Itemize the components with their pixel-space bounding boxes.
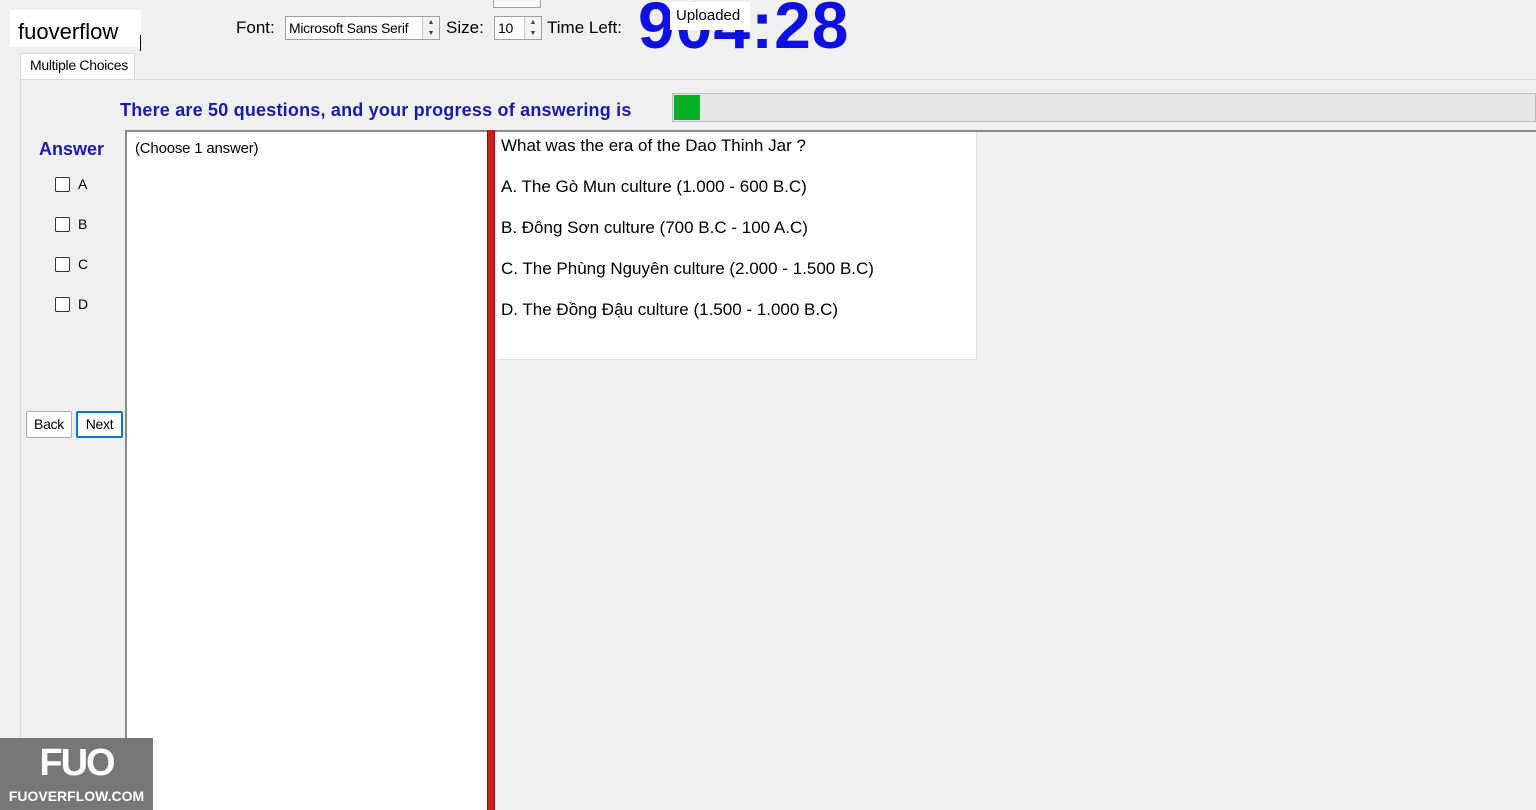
- answer-option-label: B: [78, 216, 88, 232]
- answer-hint: (Choose 1 answer): [135, 140, 259, 157]
- question-text: What was the era of the Dao Thinh Jar ?: [501, 136, 806, 155]
- text-caret: [140, 35, 141, 51]
- size-stepper[interactable]: 10 ▲ ▼: [494, 16, 542, 40]
- spin-down-icon[interactable]: ▼: [423, 28, 439, 39]
- answer-pane[interactable]: (Choose 1 answer): [125, 130, 487, 810]
- time-left-label: Time Left:: [547, 18, 622, 37]
- fuo-logo-mark: FUO: [39, 742, 115, 784]
- spin-up-icon[interactable]: ▲: [525, 17, 541, 28]
- font-select[interactable]: Microsoft Sans Serif ▲ ▼: [285, 16, 440, 40]
- tab-multiple-choices[interactable]: Multiple Choices: [20, 53, 135, 80]
- back-button[interactable]: Back: [26, 411, 72, 438]
- fuo-logo-site: FUOVERFLOW.COM: [8, 788, 145, 804]
- answer-option-label: D: [78, 296, 89, 312]
- answer-option-label: A: [78, 176, 88, 192]
- size-spin-buttons[interactable]: ▲ ▼: [524, 17, 541, 39]
- checkbox-b[interactable]: [55, 217, 70, 232]
- progress-text: There are 50 questions, and your progres…: [120, 100, 632, 120]
- answer-title: Answer: [39, 139, 105, 159]
- uploaded-text: Uploaded: [676, 7, 741, 24]
- partial-control: [493, 0, 541, 8]
- spin-down-icon[interactable]: ▼: [525, 28, 541, 39]
- answer-option-label: C: [78, 256, 89, 272]
- brand-text: fuoverflow: [18, 19, 119, 44]
- next-button[interactable]: Next: [76, 411, 123, 438]
- question-choice: B. Đông Sơn culture (700 B.C - 100 A.C): [501, 218, 808, 237]
- question-choice: D. The Đồng Đậu culture (1.500 - 1.000 B…: [501, 300, 839, 319]
- size-label: Size:: [446, 18, 484, 37]
- pane-splitter[interactable]: [487, 130, 495, 810]
- font-select-value: Microsoft Sans Serif: [289, 20, 409, 36]
- font-spin-buttons[interactable]: ▲ ▼: [422, 17, 439, 39]
- font-label: Font:: [236, 18, 275, 37]
- checkbox-c[interactable]: [55, 257, 70, 272]
- brand-box: fuoverflow: [10, 10, 141, 51]
- question-choice: C. The Phùng Nguyên culture (2.000 - 1.5…: [501, 259, 874, 278]
- progress-fill: [674, 95, 700, 120]
- progress-bar: [672, 93, 1536, 122]
- checkbox-d[interactable]: [55, 297, 70, 312]
- question-box: What was the era of the Dao Thinh Jar ? …: [497, 132, 977, 360]
- size-stepper-value: 10: [498, 20, 513, 36]
- checkbox-a[interactable]: [55, 177, 70, 192]
- uploaded-badge: Uploaded: [670, 2, 750, 30]
- fuo-logo: FUO FUOVERFLOW.COM: [0, 738, 153, 810]
- spin-up-icon[interactable]: ▲: [423, 17, 439, 28]
- question-choice: A. The Gò Mun culture (1.000 - 600 B.C): [501, 177, 807, 196]
